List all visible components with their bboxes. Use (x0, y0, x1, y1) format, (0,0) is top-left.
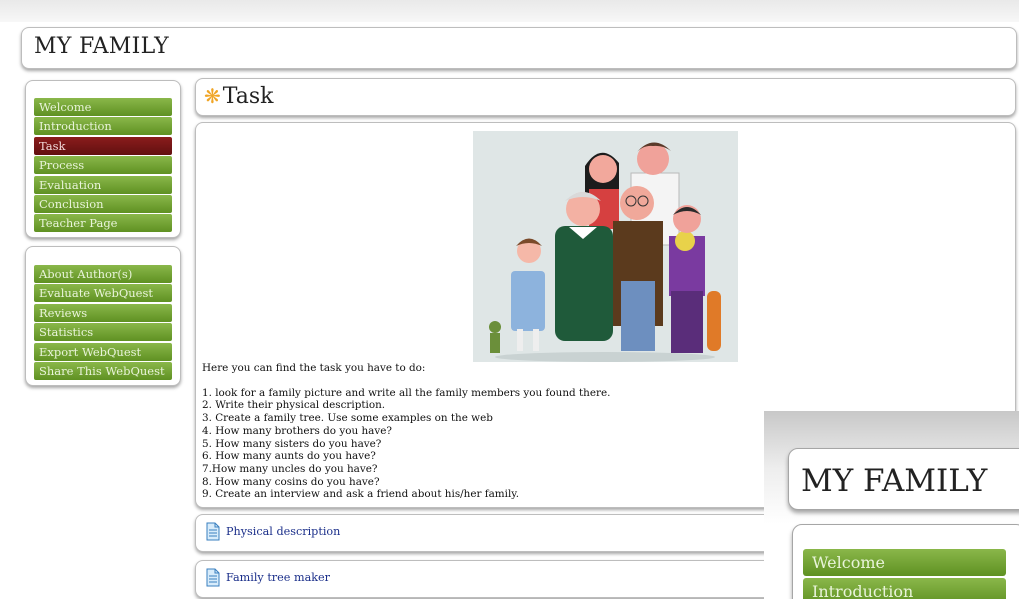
nav-item-share-webquest[interactable]: Share This WebQuest (34, 361, 172, 380)
task-item: 2. Write their physical description. (202, 399, 386, 412)
task-item: 8. How many cosins do you have? (202, 475, 380, 488)
family-tree-maker-link[interactable]: Family tree maker (226, 571, 330, 584)
task-item: 7.How many uncles do you have? (202, 462, 378, 475)
nav-item-statistics[interactable]: Statistics (34, 323, 172, 342)
site-header: MY FAMILY (21, 27, 1017, 69)
browser-top-bar (0, 0, 1019, 22)
nav-item-about-authors[interactable]: About Author(s) (34, 265, 172, 283)
star-icon: ❋ (204, 84, 221, 108)
nav-item-export-webquest[interactable]: Export WebQuest (34, 342, 172, 361)
zoom-title-panel: MY FAMILY (788, 448, 1019, 510)
document-icon (206, 568, 220, 587)
task-item: 5. How many sisters do you have? (202, 437, 382, 450)
task-item: 9. Create an interview and ask a friend … (202, 488, 520, 501)
zoom-nav-item-welcome[interactable]: Welcome (803, 549, 1006, 576)
nav-item-task[interactable]: Task (34, 136, 172, 155)
task-item: 4. How many brothers do you have? (202, 424, 392, 437)
task-text: Here you can find the task you have to d… (202, 362, 762, 501)
document-icon (206, 522, 220, 541)
page-title-panel: ❋ Task (195, 78, 1016, 116)
page-title-text: Task (222, 83, 274, 109)
secondary-nav-panel: About Author(s) Evaluate WebQuest Review… (25, 246, 181, 386)
family-illustration (473, 131, 738, 362)
task-item: 3. Create a family tree. Use some exampl… (202, 412, 493, 425)
task-intro: Here you can find the task you have to d… (202, 362, 426, 374)
nav-item-introduction[interactable]: Introduction (34, 117, 172, 136)
main-nav-panel: Welcome Introduction Task Process Evalua… (25, 80, 181, 238)
task-item: 1. look for a family picture and write a… (202, 386, 611, 399)
physical-description-link[interactable]: Physical description (226, 525, 340, 538)
nav-item-process[interactable]: Process (34, 156, 172, 175)
zoom-nav-panel: Welcome Introduction (792, 524, 1019, 599)
nav-item-conclusion[interactable]: Conclusion (34, 194, 172, 213)
page-title: ❋ Task (204, 83, 274, 109)
nav-item-evaluate-webquest[interactable]: Evaluate WebQuest (34, 284, 172, 303)
nav-item-welcome[interactable]: Welcome (34, 98, 172, 116)
task-item: 6. How many aunts do you have? (202, 450, 376, 463)
zoom-nav-item-introduction[interactable]: Introduction (803, 578, 1006, 599)
site-title: MY FAMILY (34, 34, 169, 59)
nav-item-evaluation[interactable]: Evaluation (34, 175, 172, 194)
zoom-overlay: MY FAMILY Welcome Introduction (764, 411, 1019, 599)
zoom-site-title: MY FAMILY (801, 463, 988, 499)
nav-item-reviews[interactable]: Reviews (34, 303, 172, 322)
nav-item-teacher-page[interactable]: Teacher Page (34, 214, 172, 233)
